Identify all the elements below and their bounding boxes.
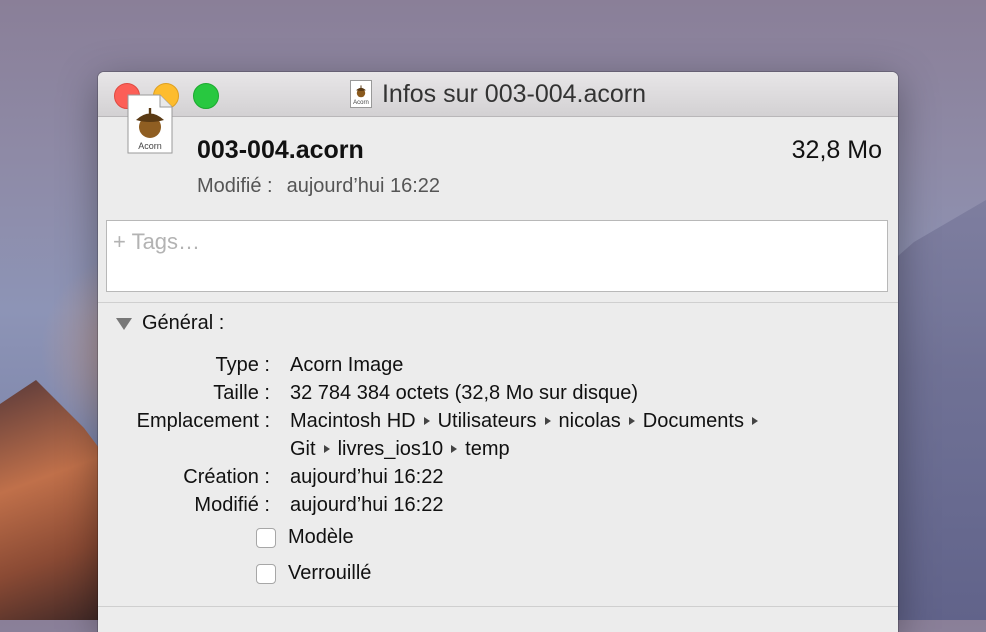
acorn-icon	[356, 85, 366, 98]
locked-checkbox[interactable]	[256, 563, 276, 584]
modified-label: Modifié :	[197, 175, 273, 197]
mini-icon-label: Acorn	[353, 100, 369, 106]
path-separator-icon	[751, 416, 758, 425]
file-icon-label: Acorn	[138, 141, 162, 151]
location-path-line-2: Git livres_ios10 temp	[290, 438, 510, 461]
path-separator-icon	[451, 444, 458, 453]
modified-row-label: Modifié :	[194, 494, 270, 516]
path-segment: temp	[465, 438, 510, 460]
path-separator-icon	[423, 416, 430, 425]
path-separator-icon	[323, 444, 330, 453]
modified-value: aujourd’hui 16:22	[286, 175, 441, 197]
info-window: Acorn Infos sur 003-004.acorn Acorn 003-…	[98, 72, 898, 632]
section-divider	[98, 606, 898, 607]
type-value: Acorn Image	[290, 354, 404, 376]
window-title: Infos sur 003-004.acorn	[381, 79, 647, 108]
window-title-group: Acorn Infos sur 003-004.acorn	[98, 72, 898, 116]
file-size: 32,8 Mo	[791, 136, 882, 164]
path-segment: Git	[290, 438, 316, 460]
locked-label: Verrouillé	[288, 562, 372, 584]
type-label: Type :	[215, 354, 270, 376]
path-segment: Macintosh HD	[290, 410, 416, 432]
location-label: Emplacement :	[136, 410, 270, 432]
stationery-checkbox[interactable]	[256, 527, 276, 548]
path-separator-icon	[628, 416, 635, 425]
stationery-checkbox-row[interactable]: Modèle	[256, 526, 354, 549]
section-divider	[98, 302, 898, 303]
acorn-document-icon[interactable]: Acorn	[349, 80, 372, 108]
created-label: Création :	[183, 466, 270, 488]
tags-field[interactable]: + Tags…	[106, 220, 888, 292]
disclosure-triangle-icon[interactable]	[116, 317, 132, 330]
file-modified: Modifié : aujourd’hui 16:22	[197, 175, 440, 198]
window-titlebar[interactable]: Acorn Infos sur 003-004.acorn	[98, 72, 898, 117]
size-value: 32 784 384 octets (32,8 Mo sur disque)	[290, 382, 638, 404]
path-separator-icon	[544, 416, 551, 425]
path-segment: livres_ios10	[337, 438, 444, 460]
size-label: Taille :	[213, 382, 270, 404]
path-segment: Utilisateurs	[437, 410, 537, 432]
acorn-document-icon-large: Acorn	[127, 94, 173, 154]
general-heading: Général :	[142, 312, 225, 334]
file-icon: Acorn	[126, 94, 174, 154]
path-segment: nicolas	[558, 410, 621, 432]
stationery-label: Modèle	[288, 526, 354, 548]
tags-placeholder: + Tags…	[113, 229, 201, 254]
created-value: aujourd’hui 16:22	[290, 466, 444, 488]
file-name: 003-004.acorn	[197, 136, 364, 164]
path-segment: Documents	[642, 410, 744, 432]
modified-row-value: aujourd’hui 16:22	[290, 494, 444, 516]
general-section-toggle[interactable]: Général :	[116, 312, 224, 335]
location-path-line-1: Macintosh HD Utilisateurs nicolas Documents	[290, 410, 766, 433]
locked-checkbox-row[interactable]: Verrouillé	[256, 562, 371, 585]
